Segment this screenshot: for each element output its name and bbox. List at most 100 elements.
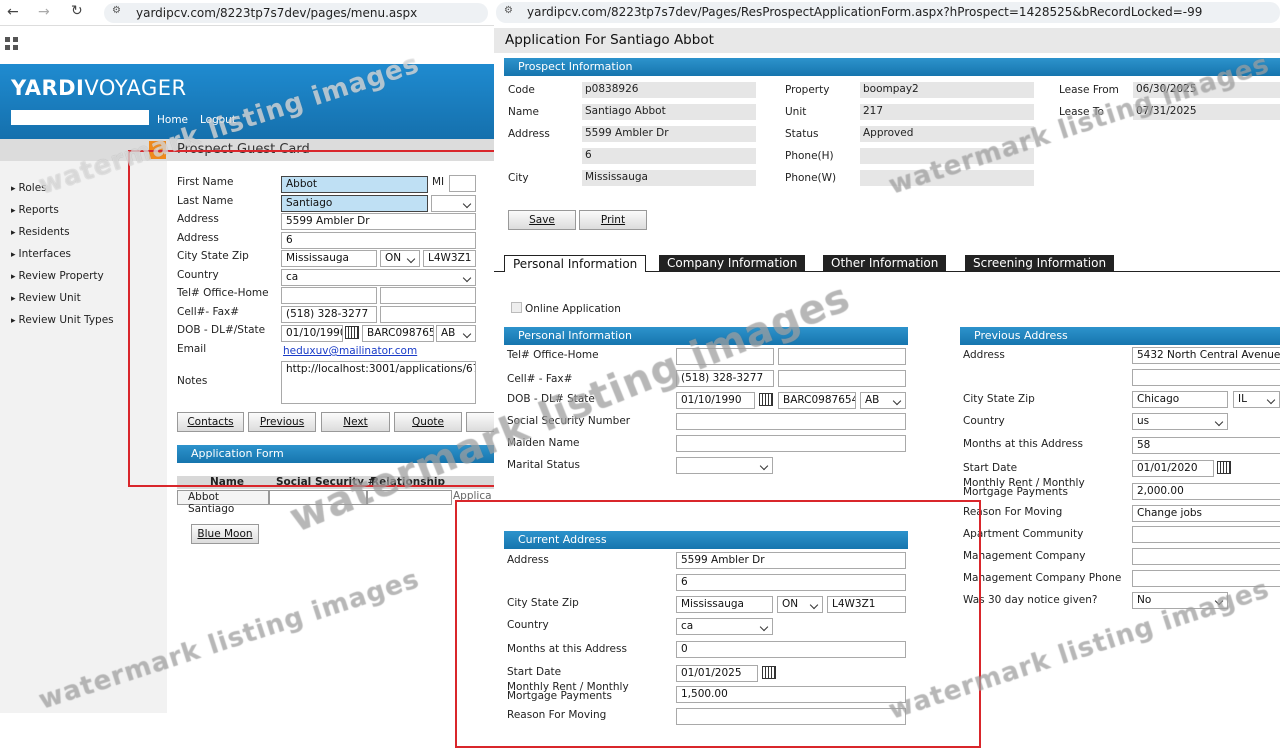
personal-dob-calendar-icon[interactable] (759, 393, 773, 406)
previous-state-select[interactable]: IL (1233, 391, 1280, 408)
save-button[interactable]: Save (508, 210, 576, 230)
previous-address1-input[interactable]: 5432 North Central Avenue (1132, 347, 1280, 364)
personal-tel-home-input[interactable] (778, 348, 906, 365)
right-url-text: yardipcv.com/8223tp7s7dev/Pages/ResProsp… (527, 5, 1203, 19)
sidebar-item-interfaces[interactable]: Interfaces (11, 248, 71, 260)
personal-maiden-label: Maiden Name (507, 437, 580, 449)
previous-apartment-input[interactable] (1132, 526, 1280, 543)
online-application-label: Online Application (525, 303, 621, 315)
personal-tel-office-input[interactable] (676, 348, 774, 365)
table-cell-ssn (269, 490, 367, 505)
sidebar-item-reports[interactable]: Reports (11, 204, 59, 216)
sidebar-item-review-unit-types[interactable]: Review Unit Types (11, 314, 114, 326)
previous-country-label: Country (963, 415, 1005, 427)
personal-cell-input[interactable]: (518) 328-3277 (676, 370, 774, 387)
previous-notice-select[interactable]: No (1132, 592, 1228, 609)
previous-country-select[interactable]: us (1132, 413, 1228, 430)
previous-reason-input[interactable]: Change jobs (1132, 505, 1280, 522)
previous-management-label: Management Company (963, 550, 1086, 562)
blue-moon-button[interactable]: Blue Moon (191, 524, 259, 544)
previous-mortgage-label: Mortgage Payments (963, 486, 1068, 498)
name-label: Name (508, 106, 539, 118)
personal-fax-input[interactable] (778, 370, 906, 387)
online-application-checkbox[interactable] (511, 302, 522, 313)
application-title-bar: Application For Santiago Abbot (494, 28, 1280, 53)
previous-rent-input[interactable]: 2,000.00 (1132, 483, 1280, 500)
highlight-box-right (455, 500, 981, 748)
previous-management-phone-input[interactable] (1132, 570, 1280, 587)
highlight-box-left (128, 150, 524, 487)
code-field: p0838926 (582, 82, 756, 98)
personal-ssn-input[interactable] (676, 413, 906, 430)
site-settings-icon[interactable]: ⚙ (112, 5, 121, 16)
previous-months-label: Months at this Address (963, 438, 1083, 450)
left-url-text: yardipcv.com/8223tp7s7dev/pages/menu.asp… (136, 6, 418, 20)
table-row[interactable]: Abbot Santiago Applica (177, 490, 494, 515)
yardi-header: YARDIVOYAGER Home Logout (0, 64, 494, 139)
forward-arrow-icon[interactable]: → (38, 4, 50, 20)
phone-w-field (860, 170, 1034, 186)
previous-start-date-input[interactable]: 01/01/2020 (1132, 460, 1214, 477)
address-label: Address (508, 128, 550, 140)
tab-screening-information[interactable]: Screening Information (965, 255, 1115, 272)
personal-marital-label: Marital Status (507, 459, 580, 471)
right-address-bar[interactable]: ⚙ yardipcv.com/8223tp7s7dev/Pages/ResPro… (496, 2, 1280, 23)
previous-months-input[interactable]: 58 (1132, 437, 1280, 454)
previous-city-input[interactable]: Chicago (1132, 391, 1228, 408)
phone-w-label: Phone(W) (785, 172, 837, 184)
phone-h-field (860, 148, 1034, 164)
lease-from-field: 06/30/2025 (1133, 82, 1280, 98)
personal-dob-label: DOB - DL# State (507, 393, 595, 405)
previous-address-header: Previous Address (960, 327, 1280, 345)
personal-dl-state-select[interactable]: AB (860, 392, 906, 409)
personal-dob-input[interactable]: 01/10/1990 (676, 392, 755, 409)
table-cell-relationship (367, 490, 452, 505)
previous-management-input[interactable] (1132, 548, 1280, 565)
tab-personal-information[interactable]: Personal Information (504, 255, 647, 272)
previous-address-label: Address (963, 349, 1005, 361)
sidebar-item-review-property[interactable]: Review Property (11, 270, 104, 282)
print-button[interactable]: Print (579, 210, 647, 230)
previous-start-date-label: Start Date (963, 462, 1018, 474)
left-browser-window: ← → ↻ ⚙ yardipcv.com/8223tp7s7dev/pages/… (0, 0, 524, 749)
unit-label: Unit (785, 106, 807, 118)
apps-row (0, 26, 494, 64)
unit-field: 217 (860, 104, 1034, 120)
previous-apartment-label: Apartment Community (963, 528, 1084, 540)
tab-company-information[interactable]: Company Information (659, 255, 806, 272)
personal-info-header: Personal Information (504, 327, 908, 345)
personal-maiden-input[interactable] (676, 435, 906, 452)
previous-notice-label: Was 30 day notice given? (963, 594, 1098, 606)
left-address-bar[interactable]: ⚙ yardipcv.com/8223tp7s7dev/pages/menu.a… (104, 3, 488, 23)
left-browser-toolbar: ← → ↻ ⚙ yardipcv.com/8223tp7s7dev/pages/… (0, 0, 494, 26)
nav-home-link[interactable]: Home (157, 114, 188, 126)
yardi-search-input[interactable] (11, 110, 149, 125)
code-label: Code (508, 84, 535, 96)
status-field: Approved (860, 126, 1034, 142)
personal-dl-input[interactable]: BARC0987654: (778, 392, 856, 409)
site-settings-icon[interactable]: ⚙ (504, 5, 513, 16)
application-title: Application For Santiago Abbot (505, 32, 714, 48)
prospect-info-header: Prospect Information (504, 58, 1280, 76)
previous-start-date-calendar-icon[interactable] (1217, 461, 1231, 474)
sidebar-item-residents[interactable]: Residents (11, 226, 70, 238)
phone-h-label: Phone(H) (785, 150, 834, 162)
table-cell-name: Abbot Santiago (177, 490, 269, 515)
previous-city-state-zip-label: City State Zip (963, 393, 1035, 405)
right-browser-toolbar: ⚙ yardipcv.com/8223tp7s7dev/Pages/ResPro… (494, 0, 1280, 26)
property-label: Property (785, 84, 830, 96)
nav-logout-link[interactable]: Logout (200, 114, 236, 126)
previous-address2-input[interactable] (1132, 369, 1280, 386)
apps-grid-icon[interactable] (5, 37, 18, 50)
lease-from-label: Lease From (1059, 84, 1119, 96)
personal-cell-label: Cell# - Fax# (507, 373, 573, 385)
sidebar-item-review-unit[interactable]: Review Unit (11, 292, 81, 304)
tab-other-information[interactable]: Other Information (823, 255, 947, 272)
reload-icon[interactable]: ↻ (71, 3, 83, 19)
back-arrow-icon[interactable]: ← (7, 4, 19, 20)
personal-ssn-label: Social Security Number (507, 415, 631, 427)
sidebar-item-roles[interactable]: Roles (11, 182, 47, 194)
yardi-logo: YARDIVOYAGER (11, 76, 187, 100)
name-field: Santiago Abbot (582, 104, 756, 120)
personal-marital-select[interactable] (676, 457, 773, 474)
